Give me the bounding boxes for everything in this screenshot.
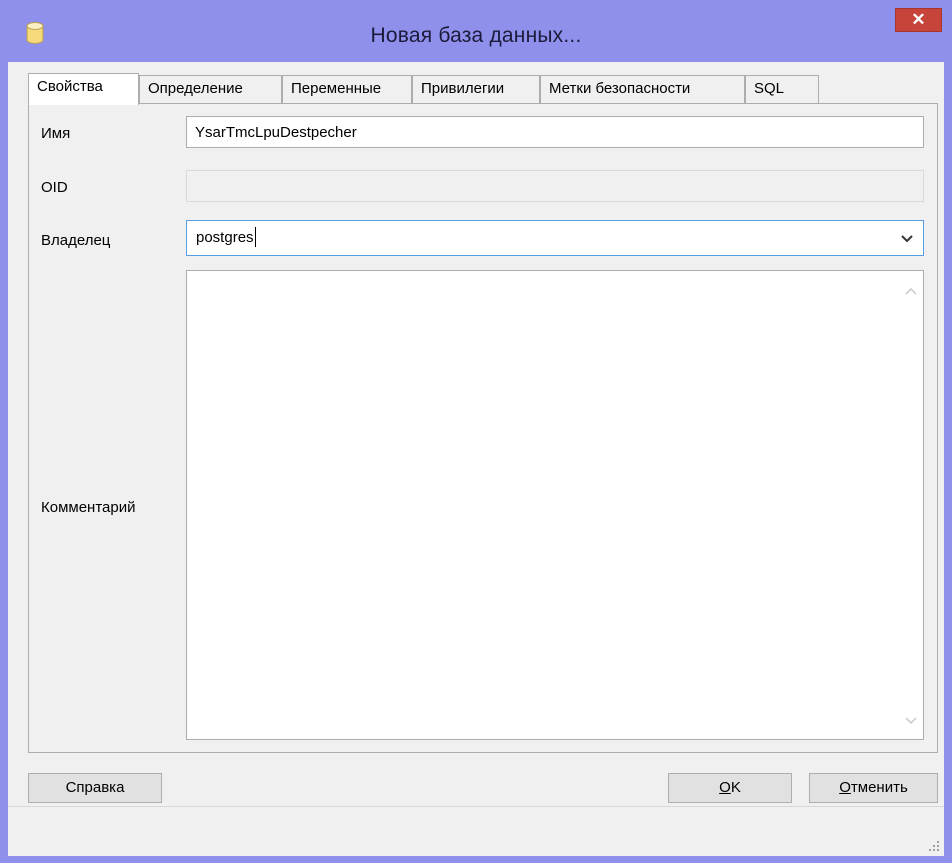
tab-label: SQL: [754, 80, 785, 97]
help-button-label: Справка: [65, 779, 125, 796]
tab-security-labels[interactable]: Метки безопасности: [540, 75, 745, 103]
oid-label: OID: [41, 179, 68, 196]
ok-mnemonic: O: [719, 779, 731, 796]
dialog-client: Свойства Определение Переменные Привилег…: [8, 62, 944, 856]
owner-select-value: postgres: [196, 226, 256, 247]
text-caret: [254, 226, 256, 247]
tab-label: Свойства: [37, 78, 103, 95]
dialog-window: Новая база данных... ✕ Свойства Определе…: [0, 0, 952, 863]
close-icon: ✕: [911, 10, 926, 29]
window-title: Новая база данных...: [370, 24, 582, 47]
comment-scrollbar[interactable]: [899, 271, 923, 739]
tab-properties[interactable]: Свойства: [28, 73, 139, 105]
name-label: Имя: [41, 125, 71, 142]
comment-label: Комментарий: [41, 499, 136, 516]
comment-textarea[interactable]: [186, 270, 924, 740]
owner-value-text: postgres: [196, 229, 254, 246]
cancel-mnemonic: О: [839, 779, 851, 796]
tab-label: Переменные: [291, 80, 382, 97]
tab-label: Привилегии: [421, 80, 505, 97]
tab-label: Метки безопасности: [549, 80, 691, 97]
title-bar[interactable]: Новая база данных... ✕: [0, 0, 952, 62]
resize-grip-icon[interactable]: [928, 840, 940, 852]
ok-button[interactable]: OK: [668, 773, 792, 803]
tab-privileges[interactable]: Привилегии: [412, 75, 540, 103]
cancel-label: тменить: [850, 779, 908, 796]
tab-variables[interactable]: Переменные: [282, 75, 412, 103]
help-button[interactable]: Справка: [28, 773, 162, 803]
oid-field: [186, 170, 924, 202]
cancel-button[interactable]: Отменить: [809, 773, 938, 803]
chevron-down-icon[interactable]: [900, 234, 914, 244]
owner-select[interactable]: postgres: [186, 220, 924, 256]
properties-panel: Имя OID Владелец postgres Комментарий: [28, 103, 938, 753]
close-button[interactable]: ✕: [895, 8, 942, 32]
tab-label: Определение: [148, 80, 243, 97]
ok-label: K: [730, 779, 741, 796]
tab-sql[interactable]: SQL: [745, 75, 819, 103]
status-bar: [8, 806, 944, 856]
chevron-up-icon[interactable]: [905, 287, 917, 295]
name-field[interactable]: [186, 116, 924, 148]
chevron-down-icon[interactable]: [905, 717, 917, 725]
tab-definition[interactable]: Определение: [139, 75, 282, 103]
owner-label: Владелец: [41, 232, 111, 249]
